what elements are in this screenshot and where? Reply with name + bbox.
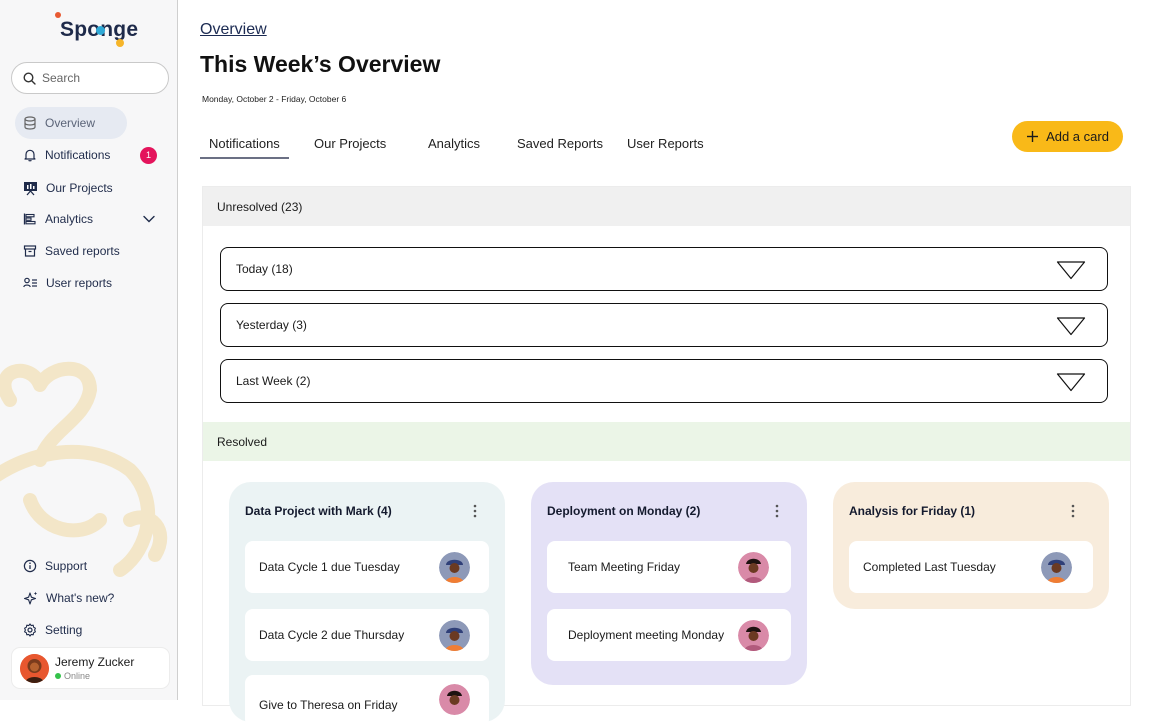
search-box	[11, 62, 169, 94]
gear-icon	[24, 623, 36, 637]
board-title: Data Project with Mark (4)	[245, 504, 392, 518]
info-icon	[23, 559, 37, 573]
board-data-project: Data Project with Mark (4) Data Cycle 1 …	[229, 482, 505, 727]
bell-icon	[24, 149, 36, 162]
board-title: Analysis for Friday (1)	[849, 504, 976, 518]
sidebar-item-user-reports[interactable]: User reports	[15, 267, 167, 299]
logo-dot-icon	[96, 26, 105, 35]
avatar	[439, 552, 470, 583]
task-card[interactable]: Completed Last Tuesday	[849, 541, 1093, 593]
more-options-icon[interactable]	[473, 504, 477, 518]
task-card[interactable]: Data Cycle 2 due Thursday	[245, 609, 489, 661]
task-card-label: Give to Theresa on Friday	[259, 698, 398, 712]
sidebar: Sponge Overview Notifications 1	[0, 0, 178, 700]
task-card-label: Data Cycle 2 due Thursday	[259, 628, 405, 642]
sidebar-item-notifications[interactable]: Notifications 1	[15, 139, 167, 171]
sidebar-item-setting[interactable]: Setting	[15, 614, 167, 646]
tab-analytics[interactable]: Analytics	[428, 136, 480, 151]
notification-count-badge: 1	[140, 146, 157, 164]
sidebar-item-label: What's new?	[46, 591, 115, 605]
sidebar-item-label: Setting	[45, 623, 83, 637]
database-icon	[24, 116, 36, 130]
breadcrumb[interactable]: Overview	[200, 21, 267, 39]
board-deployment-monday: Deployment on Monday (2) Team Meeting Fr…	[531, 482, 807, 685]
sidebar-item-our-projects[interactable]: Our Projects	[15, 172, 167, 204]
user-status-text: Online	[64, 671, 91, 681]
task-card[interactable]: Team Meeting Friday	[547, 541, 791, 593]
sidebar-item-analytics[interactable]: Analytics	[15, 203, 167, 235]
user-name: Jeremy Zucker	[55, 655, 135, 669]
board-analysis-friday: Analysis for Friday (1) Completed Last T…	[833, 482, 1109, 609]
sidebar-item-label: User reports	[46, 276, 113, 290]
accordion-last-week[interactable]: Last Week (2)	[220, 359, 1108, 403]
sidebar-item-overview[interactable]: Overview	[15, 107, 127, 139]
bar-chart-icon	[23, 213, 36, 225]
sparkle-icon	[23, 591, 38, 605]
triangle-down-icon[interactable]	[1056, 316, 1086, 336]
sidebar-item-label: Analytics	[45, 212, 94, 226]
accordion-yesterday[interactable]: Yesterday (3)	[220, 303, 1108, 347]
page-title: This Week’s Overview	[200, 51, 441, 77]
unresolved-section-header[interactable]: Unresolved (23)	[203, 187, 1130, 226]
sidebar-item-support[interactable]: Support	[15, 550, 167, 582]
user-status: Online	[55, 671, 134, 681]
triangle-down-icon[interactable]	[1056, 372, 1086, 392]
tab-notifications[interactable]: Notifications	[200, 136, 289, 159]
search-icon	[23, 71, 36, 85]
archive-icon	[23, 245, 37, 257]
search-input[interactable]	[42, 71, 152, 85]
avatar	[738, 620, 769, 651]
accordion-today[interactable]: Today (18)	[220, 247, 1108, 291]
sidebar-item-label: Support	[45, 559, 88, 573]
logo-dot-icon	[116, 39, 124, 47]
more-options-icon[interactable]	[775, 504, 779, 518]
avatar	[439, 620, 470, 651]
sidebar-item-label: Overview	[45, 116, 96, 130]
accordion-label: Last Week (2)	[236, 374, 311, 388]
avatar	[1041, 552, 1072, 583]
task-card-label: Team Meeting Friday	[568, 560, 681, 574]
sidebar-item-saved-reports[interactable]: Saved reports	[15, 235, 167, 267]
avatar	[738, 552, 769, 583]
accordion-label: Today (18)	[236, 262, 293, 276]
sidebar-item-label: Saved reports	[45, 244, 120, 258]
add-card-button[interactable]: Add a card	[1012, 121, 1123, 152]
task-card-label: Completed Last Tuesday	[863, 560, 996, 574]
task-card-label: Deployment meeting Monday	[568, 628, 725, 642]
tab-saved-reports[interactable]: Saved Reports	[517, 136, 603, 151]
task-card-label: Data Cycle 1 due Tuesday	[259, 560, 400, 574]
date-range: Monday, October 2 - Friday, October 6	[202, 94, 347, 104]
triangle-down-icon[interactable]	[1056, 260, 1086, 280]
resolved-section-header[interactable]: Resolved	[203, 422, 1130, 461]
sponge-logo[interactable]: Sponge	[54, 12, 138, 48]
chevron-down-icon[interactable]	[143, 215, 155, 223]
plus-icon	[1027, 131, 1039, 142]
task-card[interactable]: Data Cycle 1 due Tuesday	[245, 541, 489, 593]
accordion-label: Yesterday (3)	[236, 318, 307, 332]
online-status-icon	[55, 673, 61, 679]
sidebar-item-whats-new[interactable]: What's new?	[15, 582, 167, 614]
task-card[interactable]: Deployment meeting Monday	[547, 609, 791, 661]
more-options-icon[interactable]	[1071, 504, 1075, 518]
tab-our-projects[interactable]: Our Projects	[314, 136, 386, 151]
user-list-icon	[23, 277, 37, 288]
avatar	[20, 653, 49, 683]
sidebar-item-label: Notifications	[45, 148, 111, 162]
presentation-icon	[24, 181, 37, 195]
notifications-panel: Unresolved (23) Today (18) Yesterday (3)…	[202, 186, 1131, 727]
add-card-label: Add a card	[1046, 129, 1109, 144]
tab-user-reports[interactable]: User Reports	[627, 136, 704, 151]
task-card[interactable]: Give to Theresa on Friday	[245, 675, 489, 727]
board-title: Deployment on Monday (2)	[547, 504, 701, 518]
user-profile-card[interactable]: Jeremy Zucker Online	[12, 648, 169, 688]
sidebar-item-label: Our Projects	[46, 181, 113, 195]
